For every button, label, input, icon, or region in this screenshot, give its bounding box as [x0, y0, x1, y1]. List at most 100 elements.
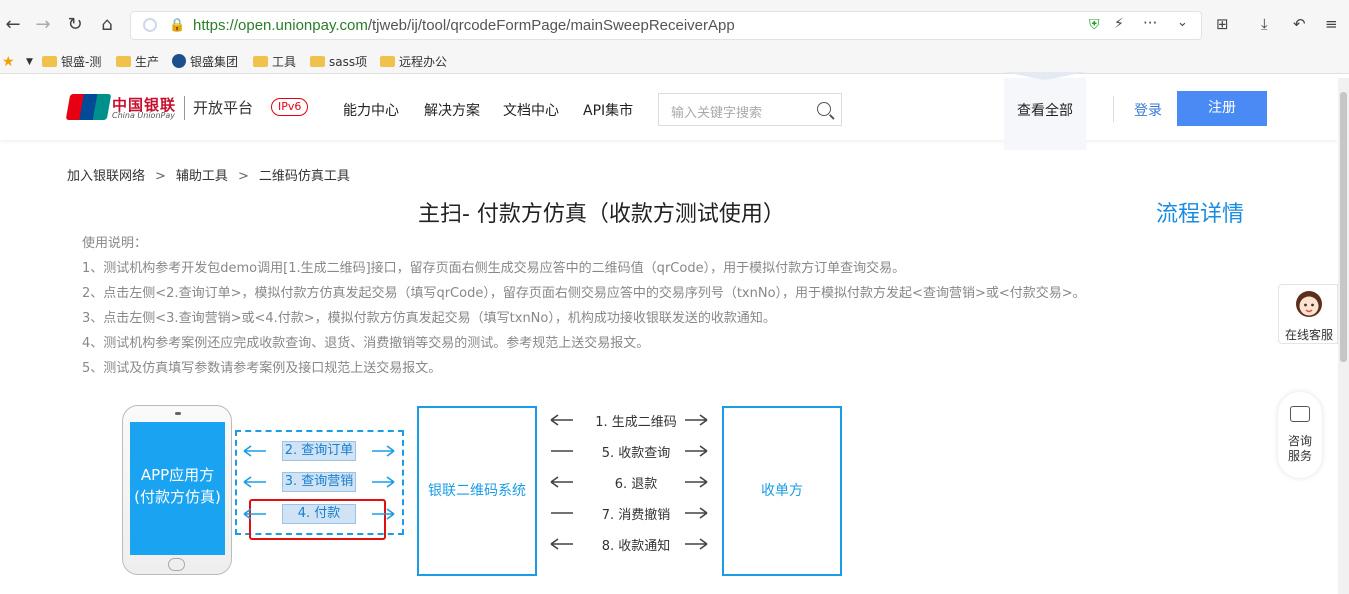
apps-grid-icon[interactable]: ⊞ [1216, 13, 1229, 35]
search-placeholder: 输入关键字搜索 [671, 106, 763, 121]
bookmark-label: 银盛-测 [61, 55, 102, 69]
search-icon[interactable] [817, 102, 831, 116]
step-generate-qr: 1. 生成二维码 [595, 415, 677, 430]
shield-icon[interactable]: ⛨ [1089, 17, 1100, 33]
ipv6-badge: IPv6 [271, 98, 309, 116]
nav-docs-center[interactable]: 文档中心 [503, 100, 559, 120]
breadcrumb-qr-simulator: 二维码仿真工具 [258, 169, 350, 184]
instructions: 使用说明： 1、测试机构参考开发包demo调用[1.生成二维码]接口，留存页面右… [82, 231, 1086, 381]
query-marketing-button[interactable]: 3. 查询营销 [282, 472, 356, 492]
unionpay-qr-system-box: 银联二维码系统 [417, 406, 537, 576]
folder-icon [42, 56, 57, 67]
arrow-right-icon [685, 414, 708, 426]
instruction-item: 3、点击左侧<3.查询营销>或<4.付款>，模拟付款方仿真发起交易（填写txnN… [82, 311, 776, 326]
search-input[interactable]: 输入关键字搜索 [658, 93, 842, 126]
bookmark-label: 生产 [135, 55, 160, 69]
phone-camera [175, 412, 181, 415]
folder-icon [310, 56, 325, 67]
lightning-icon[interactable]: ⚡ [1114, 16, 1124, 32]
arrow-left-icon [550, 476, 573, 488]
app-party-sublabel: (付款方仿真) [134, 488, 221, 506]
bookmark-item[interactable]: 生产 [116, 53, 159, 71]
phone-home-button [168, 558, 185, 571]
back-icon[interactable]: ← [2, 14, 24, 36]
caret-down-icon[interactable]: ▼ [26, 53, 33, 71]
url-path: /tjweb/ij/tool/qrcodeFormPage/mainSweepR… [367, 17, 735, 34]
bookmark-item[interactable]: 银盛集团 [172, 53, 238, 71]
url-host: https://open.unionpay.com [193, 17, 368, 34]
step-refund: 6. 退款 [614, 477, 658, 492]
step-collection-notice: 8. 收款通知 [601, 539, 671, 554]
bookmark-label: sass项 [329, 55, 368, 69]
arrow-right-icon [685, 538, 708, 550]
highlight-box [249, 499, 386, 540]
bookmark-label: 远程办公 [399, 55, 448, 69]
unionpay-logo-icon[interactable] [65, 94, 112, 120]
bookmark-label: 工具 [272, 55, 297, 69]
consult-label-line: 咨询 [1287, 434, 1312, 448]
consult-service-button[interactable]: 咨询 服务 [1278, 392, 1322, 478]
menu-icon[interactable]: ≡ [1325, 13, 1338, 35]
site-info-icon[interactable] [143, 18, 157, 32]
page-scrollbar[interactable] [1338, 78, 1349, 594]
chevron-down-icon[interactable]: ⌄ [1177, 15, 1188, 30]
lock-icon: 🔒 [169, 18, 186, 33]
header-divider [1113, 96, 1114, 122]
bookmark-item[interactable]: 工具 [253, 53, 296, 71]
phone-screen: APP应用方 (付款方仿真) [130, 422, 225, 555]
breadcrumb: 加入银联网络 > 辅助工具 > 二维码仿真工具 [67, 165, 350, 184]
browser-toolbar: ← → ↻ ⌂ 🔒 https://open.unionpay.com/tjwe… [0, 0, 1349, 50]
instruction-item: 5、测试及仿真填写参数请参考案例及接口规范上送交易报文。 [82, 361, 442, 376]
online-customer-service[interactable]: 在线客服 [1278, 284, 1338, 344]
register-button[interactable]: 注册 [1177, 91, 1267, 126]
arrow-right-icon [685, 445, 708, 457]
app-party-label: APP应用方 [140, 466, 215, 484]
bookmark-label: 银盛集团 [190, 55, 239, 69]
nav-capability-center[interactable]: 能力中心 [343, 100, 399, 120]
login-link[interactable]: 登录 [1134, 100, 1162, 120]
folder-icon [380, 56, 395, 67]
home-icon[interactable]: ⌂ [96, 14, 118, 36]
instructions-heading: 使用说明： [82, 236, 148, 251]
chat-icon [1290, 406, 1310, 422]
more-icon[interactable]: ··· [1143, 14, 1157, 32]
address-bar[interactable]: 🔒 https://open.unionpay.com/tjweb/ij/too… [130, 11, 1202, 40]
breadcrumb-join-network[interactable]: 加入银联网络 [67, 169, 145, 184]
scrollbar-thumb[interactable] [1340, 92, 1347, 362]
bookmark-favicon-icon [172, 54, 186, 68]
site-header: 中国银联 China UnionPay 开放平台 IPv6 能力中心 解决方案 … [0, 78, 1338, 150]
bookmarks-bar: ★ ▼ 银盛-测 生产 银盛集团 工具 sass项 远程办公 [0, 50, 1349, 74]
view-all-pointer [1004, 72, 1086, 80]
bookmark-item[interactable]: sass项 [310, 53, 367, 71]
view-all-button[interactable]: 查看全部 [1004, 78, 1086, 150]
step-collection-query: 5. 收款查询 [601, 446, 671, 461]
download-icon[interactable]: ⤓ [1261, 13, 1268, 35]
consult-label-line: 服务 [1287, 449, 1312, 463]
logo-divider [184, 96, 185, 120]
forward-icon[interactable]: → [32, 14, 54, 36]
bookmark-item[interactable]: 远程办公 [380, 53, 447, 71]
acquirer-box: 收单方 [722, 406, 842, 576]
breadcrumb-chevron-icon: > [237, 169, 249, 184]
nav-solutions[interactable]: 解决方案 [424, 100, 480, 120]
logo-subtext: China UnionPay [112, 111, 175, 120]
folder-icon [253, 56, 268, 67]
breadcrumb-chevron-icon: > [155, 169, 166, 184]
reload-icon[interactable]: ↻ [64, 14, 86, 36]
query-order-button[interactable]: 2. 查询订单 [282, 441, 356, 461]
page-title: 主扫- 付款方仿真（收款方测试使用） [418, 202, 785, 227]
instruction-item: 2、点击左侧<2.查询订单>，模拟付款方仿真发起交易（填写qrCode），留存页… [82, 286, 1086, 301]
avatar-icon [1296, 291, 1322, 317]
undo-icon[interactable]: ↶ [1293, 13, 1306, 35]
flow-details-link[interactable]: 流程详情 [1156, 196, 1244, 228]
nav-api-market[interactable]: API集市 [583, 100, 633, 120]
url-text[interactable]: https://open.unionpay.com/tjweb/ij/tool/… [193, 17, 735, 34]
star-icon[interactable]: ★ [2, 53, 15, 71]
bookmark-item[interactable]: 银盛-测 [42, 53, 101, 71]
instruction-item: 4、测试机构参考案例还应完成收款查询、退货、消费撤销等交易的测试。参考规范上送交… [82, 336, 650, 351]
folder-icon [116, 56, 131, 67]
arrow-left-icon [550, 414, 573, 426]
platform-title[interactable]: 开放平台 [193, 97, 253, 118]
breadcrumb-tools[interactable]: 辅助工具 [176, 169, 228, 184]
arrow-left-icon [550, 538, 573, 550]
